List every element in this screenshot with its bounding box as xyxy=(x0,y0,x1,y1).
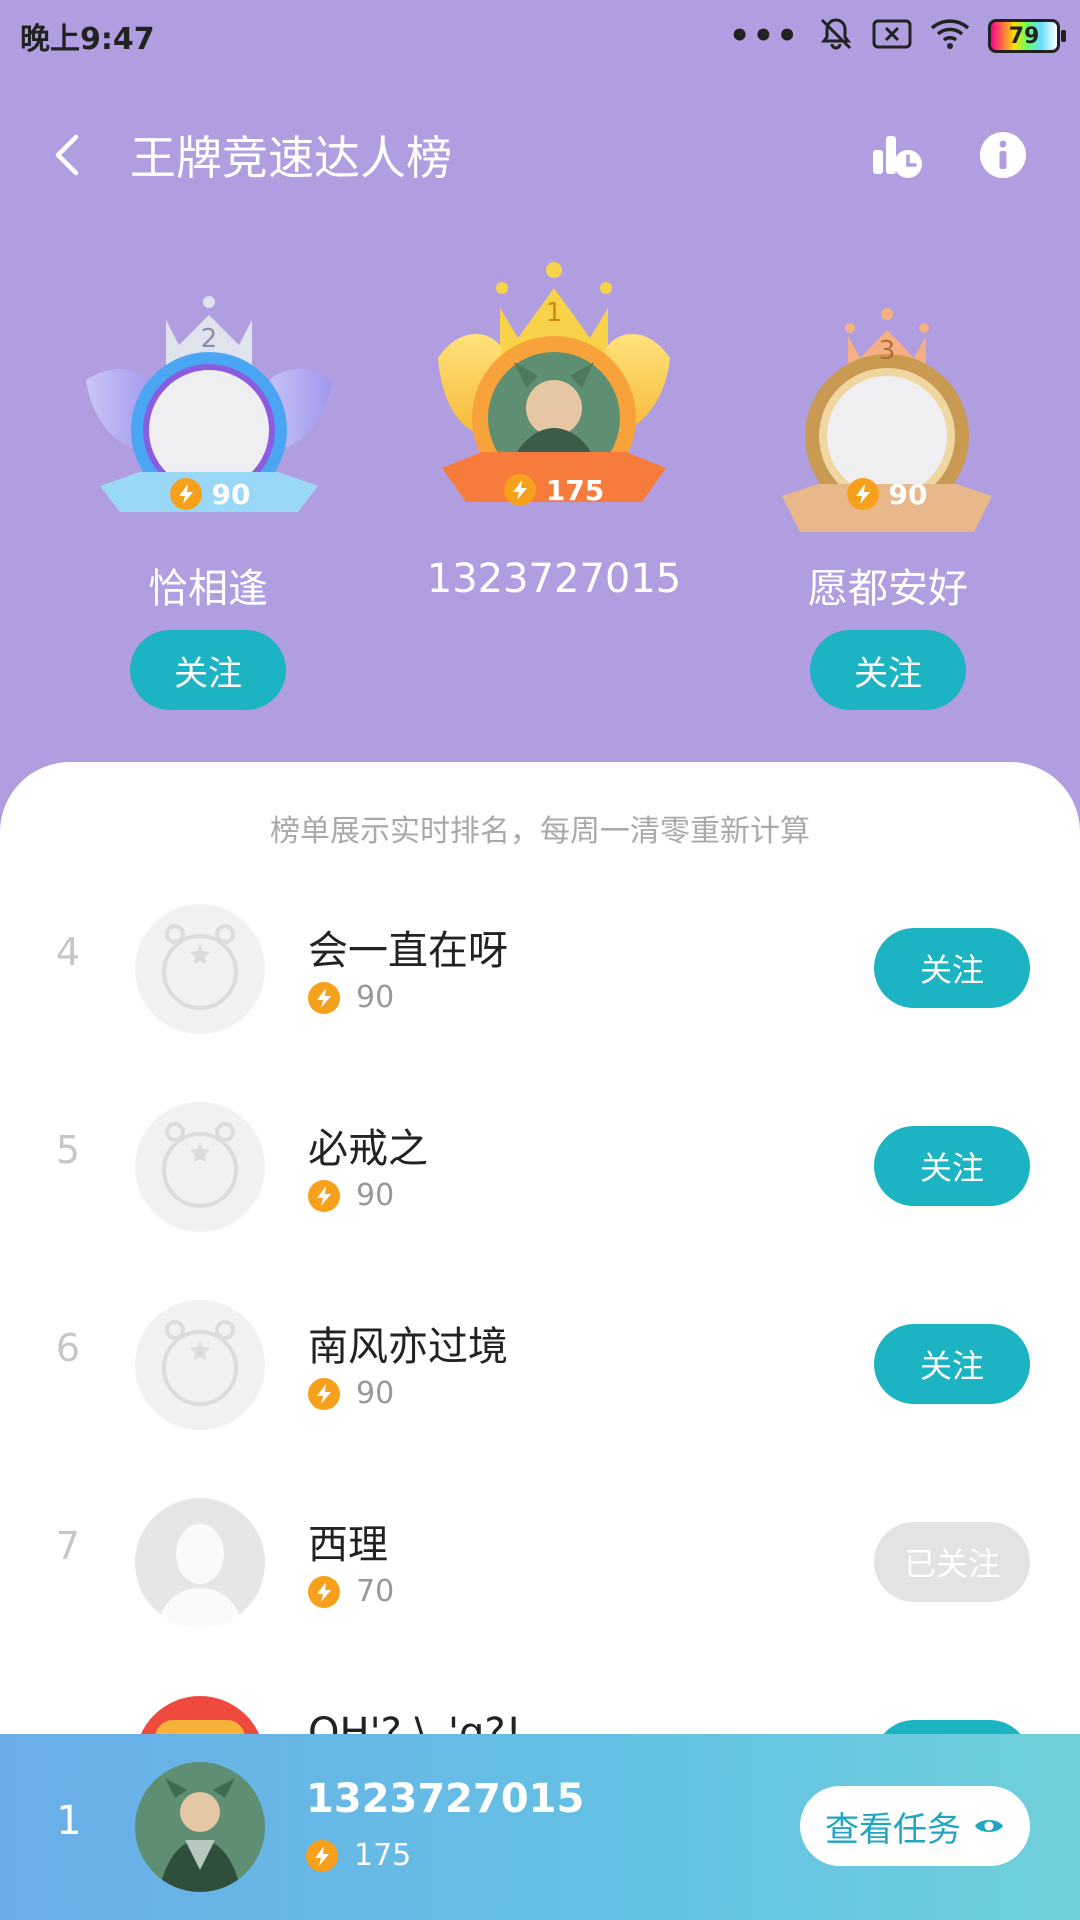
page-title: 王牌竞速达人榜 xyxy=(130,131,452,185)
view-tasks-label: 查看任务 xyxy=(825,1809,961,1850)
lightning-icon xyxy=(308,1377,340,1410)
lightning-icon xyxy=(308,1179,340,1212)
podium-first-name: 1323727015 xyxy=(426,556,682,602)
status-bar: 晚上9:47 ••• 79 xyxy=(0,0,1080,72)
podium-first-score-ribbon: 175 xyxy=(494,462,614,518)
row-name: 西理 xyxy=(308,1522,388,1568)
podium-first-score: 175 xyxy=(545,473,605,507)
mute-bell-icon xyxy=(818,16,854,56)
avatar[interactable] xyxy=(135,1300,265,1430)
row-score-value: 90 xyxy=(356,1376,395,1411)
history-ranking-icon[interactable] xyxy=(870,128,924,182)
podium-second-follow-button[interactable]: 关注 xyxy=(130,630,286,710)
lightning-icon xyxy=(503,474,536,506)
row-name: 会一直在呀 xyxy=(308,928,508,974)
follow-button[interactable]: 关注 xyxy=(874,928,1030,1008)
lightning-icon xyxy=(308,981,340,1014)
podium-second-score-ribbon: 90 xyxy=(158,466,262,522)
list-item: 4 会一直在呀 90 关注 xyxy=(0,868,1080,1066)
avatar[interactable] xyxy=(135,904,265,1034)
list-item: 6 南风亦过境 90 关注 xyxy=(0,1264,1080,1462)
status-icons: ••• 79 xyxy=(728,16,1066,56)
podium-third-name: 愿都安好 xyxy=(808,566,968,612)
my-score: 175 xyxy=(306,1838,411,1873)
follow-button[interactable]: 关注 xyxy=(874,1324,1030,1404)
my-rank: 1 xyxy=(56,1798,82,1844)
battery-level: 79 xyxy=(1008,23,1040,49)
status-time: 晚上9:47 xyxy=(20,22,155,57)
my-ranking-bar: 1 1323727015 175 查看任务 xyxy=(0,1734,1080,1920)
podium-third-rank: 3 xyxy=(878,336,896,366)
podium-third-score: 90 xyxy=(888,477,928,511)
sim-off-icon xyxy=(872,18,912,54)
game-character-avatar-icon xyxy=(135,1762,265,1892)
list-item: 5 必戒之 90 关注 xyxy=(0,1066,1080,1264)
default-avatar-icon xyxy=(162,1122,238,1208)
lightning-icon xyxy=(306,1839,338,1872)
my-score-value: 175 xyxy=(354,1838,412,1873)
row-score-value: 90 xyxy=(356,1178,395,1213)
follow-button[interactable]: 关注 xyxy=(874,1126,1030,1206)
followed-button[interactable]: 已关注 xyxy=(874,1522,1030,1602)
default-avatar-icon xyxy=(162,924,238,1010)
podium-first-badge[interactable]: 1 175 xyxy=(438,258,670,538)
my-name: 1323727015 xyxy=(306,1776,585,1822)
row-name: 南风亦过境 xyxy=(308,1324,508,1370)
podium-second-rank: 2 xyxy=(200,324,218,354)
info-icon[interactable] xyxy=(976,128,1030,182)
list-item: 7 西理 70 已关注 xyxy=(0,1462,1080,1660)
row-rank: 6 xyxy=(55,1326,81,1370)
podium-second-score: 90 xyxy=(211,477,251,511)
lightning-icon xyxy=(846,478,879,510)
eye-icon xyxy=(973,1806,1005,1846)
podium-second-badge[interactable]: 2 90 xyxy=(86,290,332,540)
lightning-icon xyxy=(308,1575,340,1608)
podium-third-score-ribbon: 90 xyxy=(834,466,940,522)
default-avatar-icon xyxy=(162,1320,238,1406)
row-rank: 4 xyxy=(55,930,81,974)
ranking-notice: 榜单展示实时排名，每周一清零重新计算 xyxy=(270,814,810,849)
row-rank: 5 xyxy=(55,1128,81,1172)
podium-first-rank: 1 xyxy=(545,298,563,328)
more-dots-icon: ••• xyxy=(728,16,800,56)
battery-icon: 79 xyxy=(988,19,1066,53)
podium-third-badge[interactable]: 3 90 xyxy=(782,306,992,546)
avatar[interactable] xyxy=(135,1102,265,1232)
row-score: 70 xyxy=(308,1574,394,1609)
wifi-icon xyxy=(930,18,970,54)
silhouette-avatar-icon xyxy=(157,1524,243,1628)
row-rank: 7 xyxy=(55,1524,81,1568)
podium-second-name: 恰相逢 xyxy=(148,566,268,612)
row-score-value: 90 xyxy=(356,980,395,1015)
avatar[interactable] xyxy=(135,1498,265,1628)
view-tasks-button[interactable]: 查看任务 xyxy=(800,1786,1030,1866)
back-icon[interactable] xyxy=(50,134,90,176)
row-score: 90 xyxy=(308,1178,394,1213)
row-score: 90 xyxy=(308,1376,394,1411)
podium-third-follow-button[interactable]: 关注 xyxy=(810,630,966,710)
header: 王牌竞速达人榜 xyxy=(0,110,1080,200)
row-score-value: 70 xyxy=(356,1574,395,1609)
lightning-icon xyxy=(169,478,202,510)
my-avatar[interactable] xyxy=(135,1762,265,1892)
row-name: 必戒之 xyxy=(308,1126,428,1172)
row-score: 90 xyxy=(308,980,394,1015)
